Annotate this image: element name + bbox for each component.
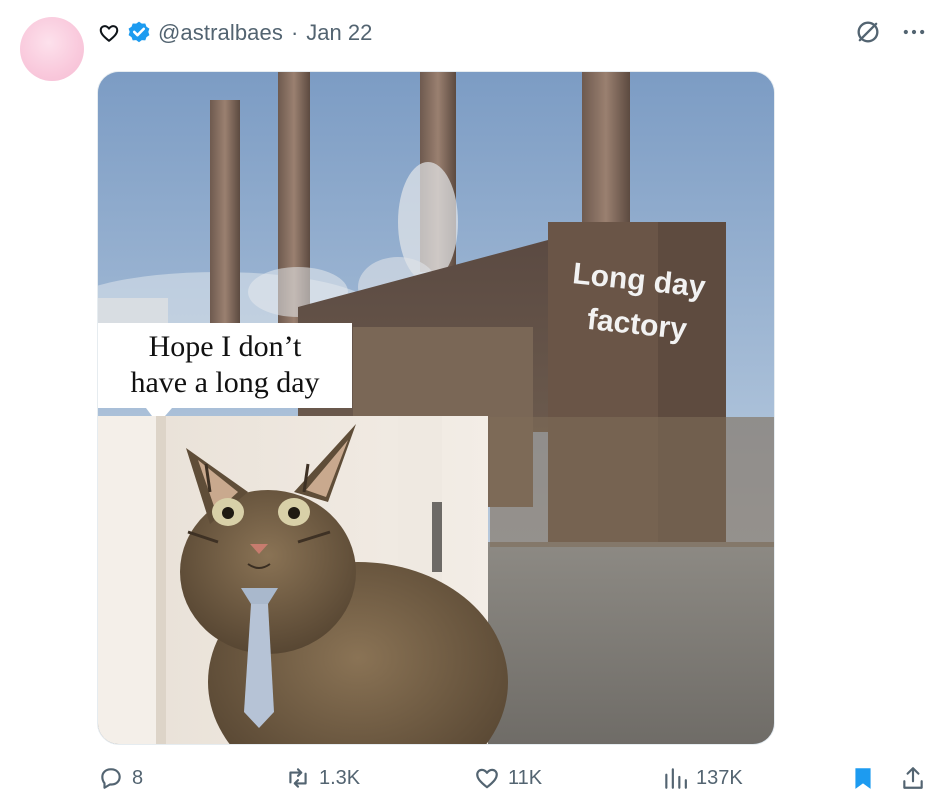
meme-illustration: Long day factory Hope I don’t have a lon… bbox=[98, 72, 774, 744]
like-icon bbox=[476, 768, 498, 789]
grok-icon[interactable] bbox=[854, 18, 882, 46]
heart-outline-icon bbox=[99, 25, 119, 42]
verified-badge-icon bbox=[128, 21, 150, 43]
repost-button[interactable]: 1.3K bbox=[285, 762, 360, 794]
post-image[interactable]: Long day factory Hope I don’t have a lon… bbox=[97, 71, 775, 745]
bookmark-button[interactable] bbox=[850, 762, 876, 794]
repost-icon bbox=[289, 768, 307, 788]
speech-bubble-line1: Hope I don’t bbox=[149, 330, 302, 363]
speech-bubble-line2: have a long day bbox=[130, 366, 319, 399]
repost-count: 1.3K bbox=[319, 766, 361, 789]
post-header: @astralbaes · Jan 22 bbox=[98, 18, 372, 48]
reply-count: 8 bbox=[132, 766, 144, 789]
like-button[interactable]: 11K bbox=[474, 762, 542, 794]
views-count: 137K bbox=[696, 766, 743, 789]
more-icon[interactable] bbox=[900, 18, 928, 46]
post-date[interactable]: Jan 22 bbox=[306, 20, 372, 46]
share-button[interactable] bbox=[900, 762, 926, 794]
author-handle[interactable]: @astralbaes bbox=[158, 20, 283, 46]
reply-icon bbox=[101, 768, 121, 789]
avatar[interactable] bbox=[20, 17, 84, 81]
like-count: 11K bbox=[508, 766, 543, 789]
views-icon bbox=[665, 768, 687, 789]
bookmark-icon bbox=[855, 768, 871, 789]
header-actions bbox=[854, 18, 928, 46]
action-bar: 8 1.3K 11K 137K bbox=[0, 762, 952, 794]
views-button[interactable]: 137K bbox=[662, 762, 743, 794]
share-icon bbox=[903, 767, 923, 789]
reply-button[interactable]: 8 bbox=[98, 762, 143, 794]
header-separator: · bbox=[290, 20, 299, 45]
